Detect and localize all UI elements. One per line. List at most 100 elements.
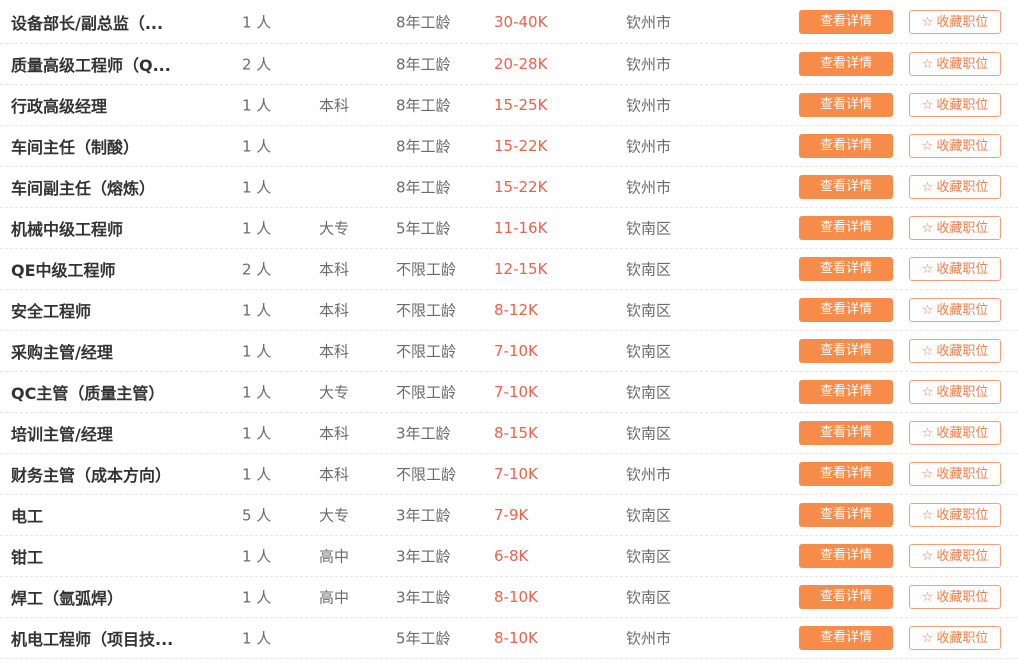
job-title-link[interactable]: 财务主管（成本方向） [11, 462, 226, 486]
job-education: 高中 [319, 547, 350, 566]
job-row: 车间副主任（熔炼） 1 人 8年工龄 15-22K 钦州市 查看详情 ☆ 收藏职位 [0, 167, 1018, 208]
favorite-label: 收藏职位 [936, 139, 989, 154]
favorite-label: 收藏职位 [936, 57, 989, 72]
view-detail-button[interactable]: 查看详情 [799, 585, 893, 609]
favorite-job-button[interactable]: ☆ 收藏职位 [909, 134, 1001, 158]
job-experience: 5年工龄 [396, 629, 451, 648]
favorite-job-button[interactable]: ☆ 收藏职位 [909, 585, 1001, 609]
job-location: 钦州市 [626, 55, 672, 74]
view-detail-button[interactable]: 查看详情 [799, 9, 893, 34]
job-title-link[interactable]: QE中级工程师 [11, 257, 226, 281]
job-title-link[interactable]: 机电工程师（项目技... [11, 626, 226, 650]
view-detail-button[interactable]: 查看详情 [799, 52, 893, 76]
favorite-job-button[interactable]: ☆ 收藏职位 [909, 175, 1001, 199]
view-detail-button[interactable]: 查看详情 [799, 257, 893, 281]
job-education: 本科 [319, 301, 350, 320]
job-location: 钦南区 [626, 547, 672, 566]
job-row: 机电工程师（项目技... 1 人 5年工龄 8-10K 钦州市 查看详情 ☆ 收藏职位 [0, 618, 1018, 659]
favorite-job-button[interactable]: ☆ 收藏职位 [909, 93, 1001, 117]
job-location: 钦南区 [626, 506, 672, 525]
job-experience: 8年工龄 [396, 96, 451, 115]
view-detail-button[interactable]: 查看详情 [799, 380, 893, 404]
job-row: 安全工程师 1 人 本科 不限工龄 8-12K 钦南区 查看详情 ☆ 收藏职位 [0, 290, 1018, 331]
job-row: 质量高级工程师（Q... 2 人 8年工龄 20-28K 钦州市 查看详情 ☆ 收藏职位 [0, 44, 1018, 85]
view-detail-button[interactable]: 查看详情 [799, 544, 893, 568]
job-location: 钦南区 [626, 383, 672, 402]
job-title-link[interactable]: 采购主管/经理 [11, 339, 226, 363]
star-icon: ☆ [921, 14, 934, 30]
job-location: 钦南区 [626, 219, 672, 238]
job-headcount: 1 人 [242, 13, 272, 31]
job-title-link[interactable]: 行政高级经理 [11, 93, 226, 117]
job-experience: 3年工龄 [396, 506, 451, 525]
view-detail-button[interactable]: 查看详情 [799, 134, 893, 158]
favorite-label: 收藏职位 [936, 549, 989, 564]
favorite-job-button[interactable]: ☆ 收藏职位 [909, 626, 1001, 650]
job-title-link[interactable]: QC主管（质量主管） [11, 380, 226, 404]
favorite-job-button[interactable]: ☆ 收藏职位 [909, 421, 1001, 445]
job-headcount: 1 人 [242, 383, 272, 402]
job-title-link[interactable]: 安全工程师 [11, 298, 226, 322]
favorite-job-button[interactable]: ☆ 收藏职位 [909, 380, 1001, 404]
star-icon: ☆ [921, 508, 934, 523]
favorite-job-button[interactable]: ☆ 收藏职位 [909, 9, 1001, 34]
job-location: 钦南区 [626, 260, 672, 279]
view-detail-button[interactable]: 查看详情 [799, 503, 893, 527]
job-headcount: 1 人 [242, 178, 272, 197]
star-icon: ☆ [921, 57, 934, 72]
job-experience: 5年工龄 [396, 219, 451, 238]
job-salary: 20-28K [494, 55, 548, 73]
view-detail-button[interactable]: 查看详情 [799, 462, 893, 486]
favorite-label: 收藏职位 [936, 98, 989, 113]
view-detail-button[interactable]: 查看详情 [799, 421, 893, 445]
star-icon: ☆ [921, 344, 934, 359]
star-icon: ☆ [921, 631, 934, 646]
favorite-job-button[interactable]: ☆ 收藏职位 [909, 257, 1001, 281]
job-headcount: 2 人 [242, 260, 272, 279]
job-title-link[interactable]: 车间主任（制酸） [11, 134, 226, 158]
job-title-link[interactable]: 焊工（氩弧焊） [11, 585, 226, 609]
star-icon: ☆ [921, 98, 934, 113]
favorite-job-button[interactable]: ☆ 收藏职位 [909, 298, 1001, 322]
job-salary: 8-15K [494, 424, 538, 442]
favorite-job-button[interactable]: ☆ 收藏职位 [909, 503, 1001, 527]
view-detail-button[interactable]: 查看详情 [799, 298, 893, 322]
favorite-job-button[interactable]: ☆ 收藏职位 [909, 216, 1001, 240]
job-headcount: 1 人 [242, 96, 272, 115]
view-detail-button[interactable]: 查看详情 [799, 339, 893, 363]
favorite-job-button[interactable]: ☆ 收藏职位 [909, 544, 1001, 568]
favorite-job-button[interactable]: ☆ 收藏职位 [909, 339, 1001, 363]
job-title-link[interactable]: 机械中级工程师 [11, 216, 226, 240]
job-title-link[interactable]: 钳工 [11, 544, 226, 568]
view-detail-button[interactable]: 查看详情 [799, 626, 893, 650]
job-salary: 8-10K [494, 629, 538, 647]
star-icon: ☆ [921, 303, 934, 318]
job-experience: 3年工龄 [396, 588, 451, 607]
job-location: 钦南区 [626, 301, 672, 320]
star-icon: ☆ [921, 139, 934, 154]
job-title-link[interactable]: 培训主管/经理 [11, 421, 226, 445]
job-headcount: 1 人 [242, 342, 272, 361]
job-headcount: 1 人 [242, 629, 272, 648]
favorite-label: 收藏职位 [936, 631, 989, 646]
job-location: 钦南区 [626, 424, 672, 443]
job-salary: 8-10K [494, 588, 538, 606]
job-headcount: 5 人 [242, 506, 272, 525]
favorite-job-button[interactable]: ☆ 收藏职位 [909, 462, 1001, 486]
job-title-link[interactable]: 电工 [11, 503, 226, 527]
job-experience: 3年工龄 [396, 424, 451, 443]
job-title-link[interactable]: 设备部长/副总监（... [11, 10, 226, 34]
job-experience: 不限工龄 [396, 342, 457, 361]
job-location: 钦州市 [626, 96, 672, 115]
view-detail-button[interactable]: 查看详情 [799, 93, 893, 117]
job-title-link[interactable]: 质量高级工程师（Q... [11, 52, 226, 76]
view-detail-button[interactable]: 查看详情 [799, 216, 893, 240]
star-icon: ☆ [921, 221, 934, 236]
job-location: 钦州市 [626, 465, 672, 484]
job-row: QC主管（质量主管） 1 人 大专 不限工龄 7-10K 钦南区 查看详情 ☆ 收藏职位 [0, 372, 1018, 413]
job-title-link[interactable]: 车间副主任（熔炼） [11, 175, 226, 199]
favorite-label: 收藏职位 [936, 426, 989, 441]
favorite-job-button[interactable]: ☆ 收藏职位 [909, 52, 1001, 76]
view-detail-button[interactable]: 查看详情 [799, 175, 893, 199]
favorite-label: 收藏职位 [936, 344, 989, 359]
